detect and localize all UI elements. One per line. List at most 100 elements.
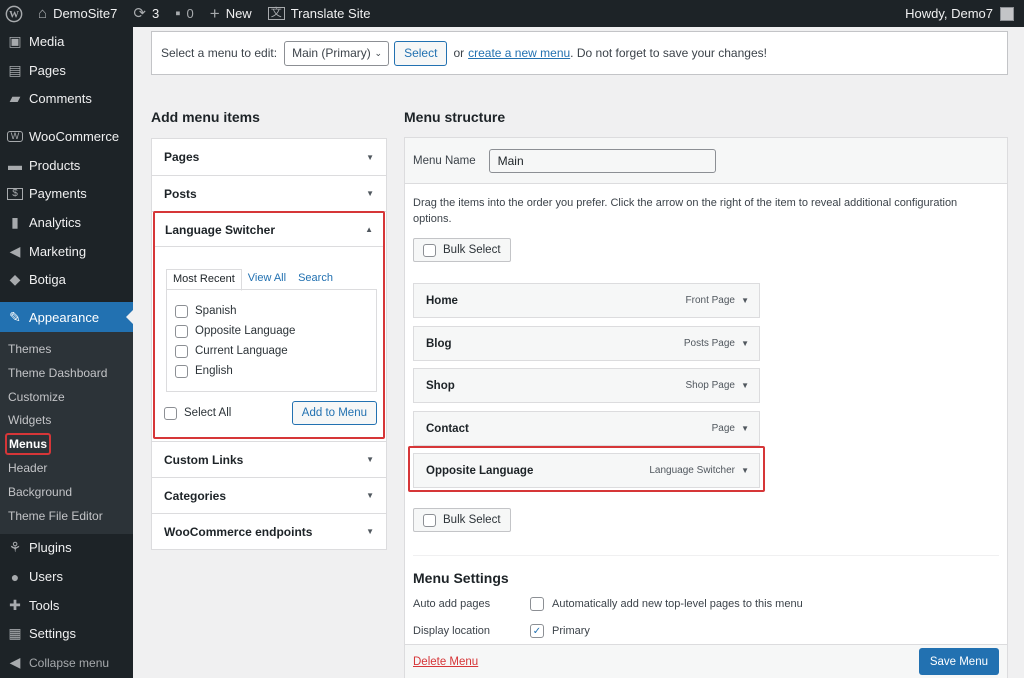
submenu-customize[interactable]: Customize [0, 385, 133, 409]
select-all-checkbox[interactable] [164, 406, 177, 420]
submenu-header[interactable]: Header [0, 456, 133, 480]
bulk-select-bottom[interactable]: Bulk Select [413, 508, 511, 532]
wrench-icon: ✚ [9, 596, 21, 613]
bulk-select-label: Bulk Select [443, 244, 501, 256]
chevron-down-icon: ⌄ [374, 47, 383, 58]
menu-item-title: Blog [426, 337, 452, 350]
pages-icon: ▤ [8, 61, 22, 78]
new-content-link[interactable]: + New [202, 0, 260, 27]
sidebar-item-users[interactable]: ● Users [0, 562, 133, 591]
primary-location-checkbox[interactable]: ✓ [530, 624, 544, 638]
translate-icon: 文 [267, 7, 285, 20]
accordion-posts[interactable]: Posts ▼ [152, 175, 386, 211]
submenu-menus[interactable]: Menus [0, 432, 133, 456]
option-label: Spanish [195, 305, 237, 317]
auto-add-checkbox[interactable] [530, 597, 544, 611]
menu-select-value: Main (Primary) [292, 46, 371, 60]
menu-item-title: Shop [426, 379, 455, 392]
sidebar-item-appearance[interactable]: ✎ Appearance [0, 302, 133, 333]
accordion-categories[interactable]: Categories ▼ [152, 477, 386, 513]
updates-link[interactable]: ⟳ 3 [125, 0, 167, 27]
expand-arrow-icon[interactable]: ▼ [741, 339, 749, 348]
tab-view-all[interactable]: View All [242, 269, 292, 291]
sidebar-item-label: Users [29, 569, 63, 585]
option-spanish[interactable]: Spanish [175, 301, 376, 321]
select-all-label: Select All [184, 407, 232, 419]
accordion-custom-links[interactable]: Custom Links ▼ [152, 441, 386, 477]
tab-search[interactable]: Search [292, 269, 339, 291]
menu-item-type: Posts Page [683, 338, 735, 349]
expand-arrow-icon[interactable]: ▼ [741, 381, 749, 390]
delete-menu-link[interactable]: Delete Menu [413, 656, 478, 668]
menu-item-shop[interactable]: Shop Shop Page ▼ [413, 368, 760, 403]
menu-settings-title: Menu Settings [413, 570, 509, 586]
sidebar-item-pages[interactable]: ▤ Pages [0, 56, 133, 85]
checkbox[interactable] [423, 243, 436, 257]
triangle-down-icon: ▼ [366, 491, 374, 500]
sidebar-item-marketing[interactable]: ◀ Marketing [0, 237, 133, 266]
divider [413, 555, 999, 556]
avatar [1000, 6, 1014, 21]
account-menu[interactable]: Howdy, Demo7 [897, 0, 1024, 27]
sidebar-item-tools[interactable]: ✚ Tools [0, 591, 133, 620]
sidebar-item-products[interactable]: ▬ Products [0, 151, 133, 180]
menu-item-type: Shop Page [685, 380, 736, 391]
sidebar-item-label: Analytics [29, 214, 82, 230]
save-menu-button[interactable]: Save Menu [918, 648, 999, 675]
option-label: English [195, 365, 233, 377]
submenu-themes[interactable]: Themes [0, 337, 133, 361]
products-icon: ▬ [8, 157, 22, 174]
option-english[interactable]: English [175, 361, 376, 381]
accordion-language-switcher[interactable]: Language Switcher ▲ [155, 213, 383, 247]
menu-item-blog[interactable]: Blog Posts Page ▼ [413, 326, 760, 361]
select-menu-bar: Select a menu to edit: Main (Primary) ⌄ … [151, 31, 1008, 75]
wordpress-logo-icon[interactable]: W [0, 0, 28, 27]
sidebar-item-botiga[interactable]: ◆ Botiga [0, 266, 133, 295]
translate-label: Translate Site [290, 6, 371, 21]
sidebar-item-payments[interactable]: $ Payments [0, 179, 133, 208]
submenu-label: Theme Dashboard [8, 365, 108, 380]
menu-item-home[interactable]: Home Front Page ▼ [413, 283, 760, 318]
bulk-select-top[interactable]: Bulk Select [413, 238, 511, 262]
checkbox[interactable] [175, 324, 188, 338]
sidebar-item-plugins[interactable]: ⚘ Plugins [0, 534, 133, 563]
select-button[interactable]: Select [394, 40, 448, 66]
accordion-woocommerce-endpoints[interactable]: WooCommerce endpoints ▼ [152, 513, 386, 549]
sidebar-item-comments[interactable]: ▰ Comments [0, 84, 133, 113]
sidebar-item-woocommerce[interactable]: W WooCommerce [0, 122, 133, 151]
site-name-link[interactable]: ⌂ DemoSite7 [30, 0, 125, 27]
submenu-label: Theme File Editor [8, 508, 103, 523]
expand-arrow-icon[interactable]: ▼ [741, 424, 749, 433]
add-to-menu-button[interactable]: Add to Menu [291, 401, 377, 425]
option-opposite-language[interactable]: Opposite Language [175, 321, 376, 341]
option-current-language[interactable]: Current Language [175, 341, 376, 361]
analytics-icon: ▮ [11, 213, 19, 230]
expand-arrow-icon[interactable]: ▼ [741, 296, 749, 305]
sidebar-item-settings[interactable]: ▦ Settings [0, 620, 133, 649]
translate-site-link[interactable]: 文 Translate Site [260, 0, 379, 27]
accordion-label: Categories [164, 488, 227, 503]
collapse-icon: ◀ [9, 654, 21, 671]
sidebar-item-media[interactable]: ▣ Media [0, 27, 133, 56]
checkbox[interactable] [423, 513, 436, 527]
submenu-theme-dashboard[interactable]: Theme Dashboard [0, 361, 133, 385]
checkbox[interactable] [175, 304, 188, 318]
display-location-row: Display location ✓ Primary [413, 624, 973, 638]
checkbox[interactable] [175, 344, 188, 358]
checkbox[interactable] [175, 364, 188, 378]
triangle-up-icon: ▲ [365, 225, 373, 234]
submenu-background[interactable]: Background [0, 480, 133, 504]
comments-link[interactable]: ▪ 0 [167, 0, 202, 27]
menu-item-contact[interactable]: Contact Page ▼ [413, 411, 760, 446]
sidebar-item-analytics[interactable]: ▮ Analytics [0, 208, 133, 237]
create-new-menu-link[interactable]: create a new menu [468, 46, 570, 60]
submenu-widgets[interactable]: Widgets [0, 409, 133, 433]
tab-most-recent[interactable]: Most Recent [166, 269, 242, 291]
menu-select-dropdown[interactable]: Main (Primary) ⌄ [284, 40, 390, 66]
collapse-menu-button[interactable]: ◀ Collapse menu [0, 648, 133, 677]
select-all-toggle[interactable]: Select All [164, 403, 231, 423]
accordion-pages[interactable]: Pages ▼ [152, 139, 386, 175]
submenu-theme-file-editor[interactable]: Theme File Editor [0, 504, 133, 528]
menu-name-input[interactable]: Main [488, 148, 716, 173]
updates-icon: ⟳ [133, 5, 146, 22]
